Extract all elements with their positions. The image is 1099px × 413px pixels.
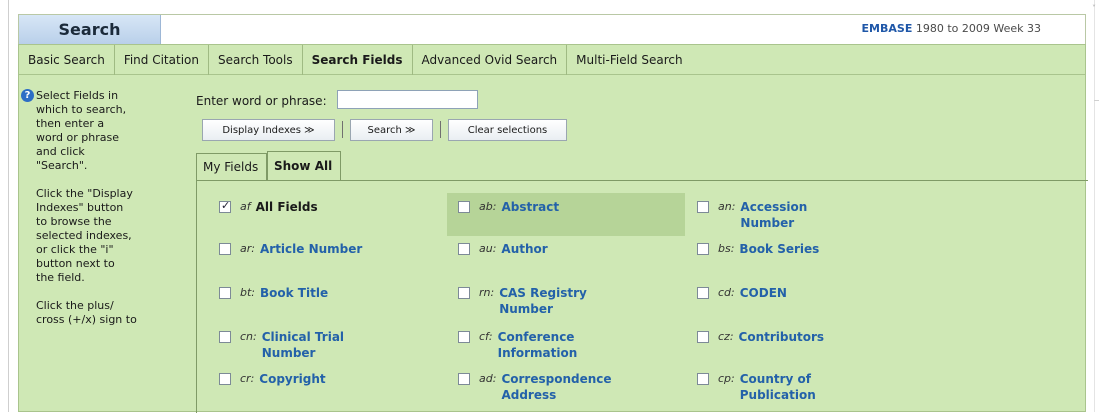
field-article-number[interactable]: ar: Article Number bbox=[219, 241, 370, 257]
search-header-tab[interactable]: Search bbox=[19, 15, 161, 44]
field-code: cd: bbox=[718, 286, 735, 299]
field-cas-registry-number[interactable]: rn: CAS Registry Number bbox=[458, 285, 594, 317]
clear-selections-button[interactable]: Clear selections bbox=[448, 119, 567, 141]
field-code: cp: bbox=[718, 372, 735, 385]
help-text-display-indexes: Click the "Display Indexes" button to br… bbox=[36, 187, 133, 284]
book-title-checkbox[interactable] bbox=[219, 287, 231, 299]
field-code: af bbox=[240, 200, 251, 213]
search-panel: Basic Search Find Citation Search Tools … bbox=[18, 44, 1088, 413]
tab-show-all[interactable]: Show All bbox=[267, 151, 341, 180]
contributors-checkbox[interactable] bbox=[697, 331, 709, 343]
field-book-series[interactable]: bs: Book Series bbox=[697, 241, 849, 257]
field-coden[interactable]: cd: CODEN bbox=[697, 285, 850, 301]
field-code: ad: bbox=[479, 372, 497, 385]
book-series-checkbox[interactable] bbox=[697, 243, 709, 255]
database-name[interactable]: EMBASE bbox=[862, 22, 913, 35]
clinical-trial-number-checkbox[interactable] bbox=[219, 331, 231, 343]
field-link[interactable]: Copyright bbox=[259, 371, 369, 387]
field-code: ar: bbox=[240, 242, 255, 255]
coden-checkbox[interactable] bbox=[697, 287, 709, 299]
left-divider bbox=[8, 0, 9, 412]
copyright-checkbox[interactable] bbox=[219, 373, 231, 385]
conference-information-checkbox[interactable] bbox=[458, 331, 470, 343]
search-button[interactable]: Search ≫ bbox=[350, 119, 433, 141]
field-code: bs: bbox=[718, 242, 735, 255]
article-number-checkbox[interactable] bbox=[219, 243, 231, 255]
field-link[interactable]: Correspondence Address bbox=[501, 371, 619, 403]
field-link[interactable]: CODEN bbox=[740, 285, 850, 301]
field-link[interactable]: Book Title bbox=[260, 285, 370, 301]
search-term-label: Enter word or phrase: bbox=[196, 94, 327, 108]
field-link[interactable]: Accession Number bbox=[740, 199, 820, 231]
correspondence-address-checkbox[interactable] bbox=[458, 373, 470, 385]
corner-mark: ˅ bbox=[1092, 4, 1096, 13]
field-code: cf: bbox=[479, 330, 493, 343]
help-text-select-fields: Select Fields in which to search, then e… bbox=[36, 89, 127, 172]
field-link[interactable]: Country of Publication bbox=[740, 371, 825, 403]
field-copyright[interactable]: cr: Copyright bbox=[219, 371, 369, 387]
tab-multi-field-search[interactable]: Multi-Field Search bbox=[567, 45, 691, 75]
help-text-plus-cross: Click the plus/ cross (+/x) sign to bbox=[36, 299, 137, 326]
database-label: EMBASE 1980 to 2009 Week 33 bbox=[862, 22, 1041, 35]
display-indexes-button[interactable]: Display Indexes ≫ bbox=[202, 119, 335, 141]
cas-registry-number-checkbox[interactable] bbox=[458, 287, 470, 299]
field-code: cz: bbox=[718, 330, 734, 343]
tab-advanced-ovid-search[interactable]: Advanced Ovid Search bbox=[413, 45, 568, 75]
field-code: au: bbox=[479, 242, 497, 255]
all-fields-checkbox[interactable] bbox=[219, 199, 231, 213]
button-separator bbox=[440, 121, 441, 138]
field-code: rn: bbox=[479, 286, 495, 299]
country-of-publication-checkbox[interactable] bbox=[697, 373, 709, 385]
accession-number-checkbox[interactable] bbox=[697, 201, 709, 213]
tab-search-tools[interactable]: Search Tools bbox=[209, 45, 303, 75]
field-link[interactable]: Contributors bbox=[739, 329, 849, 345]
field-link[interactable]: Clinical Trial Number bbox=[262, 329, 352, 361]
field-link[interactable]: Author bbox=[501, 241, 611, 257]
field-conference-information[interactable]: cf: Conference Information bbox=[458, 329, 588, 361]
button-separator bbox=[342, 121, 343, 138]
tab-search-fields[interactable]: Search Fields bbox=[303, 45, 413, 75]
tab-basic-search[interactable]: Basic Search bbox=[19, 45, 115, 75]
field-code: cr: bbox=[240, 372, 255, 385]
field-country-of-publication[interactable]: cp: Country of Publication bbox=[697, 371, 825, 403]
field-contributors[interactable]: cz: Contributors bbox=[697, 329, 849, 345]
field-link[interactable]: Conference Information bbox=[498, 329, 588, 361]
field-link[interactable]: Article Number bbox=[260, 241, 370, 257]
right-divider bbox=[1094, 0, 1095, 412]
field-link[interactable]: CAS Registry Number bbox=[499, 285, 594, 317]
tab-my-fields[interactable]: My Fields bbox=[196, 153, 267, 180]
field-name: All Fields bbox=[255, 200, 318, 214]
field-code: cn: bbox=[240, 330, 257, 343]
field-accession-number[interactable]: an: Accession Number bbox=[697, 199, 820, 231]
right-divider-tick bbox=[1094, 100, 1099, 101]
abstract-checkbox[interactable] bbox=[458, 201, 470, 213]
search-mode-tabs: Basic Search Find Citation Search Tools … bbox=[19, 45, 1085, 75]
field-code: an: bbox=[718, 200, 736, 213]
help-sidebar: Select Fields in which to search, then e… bbox=[19, 89, 169, 341]
database-range: 1980 to 2009 Week 33 bbox=[915, 22, 1041, 35]
search-term-input[interactable] bbox=[337, 90, 478, 109]
author-checkbox[interactable] bbox=[458, 243, 470, 255]
field-book-title[interactable]: bt: Book Title bbox=[219, 285, 370, 301]
field-author[interactable]: au: Author bbox=[458, 241, 611, 257]
header-bar: Search EMBASE 1980 to 2009 Week 33 bbox=[18, 14, 1086, 44]
field-abstract[interactable]: ab: Abstract bbox=[458, 199, 611, 215]
tab-find-citation[interactable]: Find Citation bbox=[115, 45, 209, 75]
field-clinical-trial-number[interactable]: cn: Clinical Trial Number bbox=[219, 329, 352, 361]
field-all-fields[interactable]: af All Fields bbox=[219, 199, 366, 215]
field-correspondence-address[interactable]: ad: Correspondence Address bbox=[458, 371, 619, 403]
field-code: bt: bbox=[240, 286, 256, 299]
field-code: ab: bbox=[479, 200, 497, 213]
field-link[interactable]: Abstract bbox=[501, 199, 611, 215]
field-link[interactable]: Book Series bbox=[739, 241, 849, 257]
